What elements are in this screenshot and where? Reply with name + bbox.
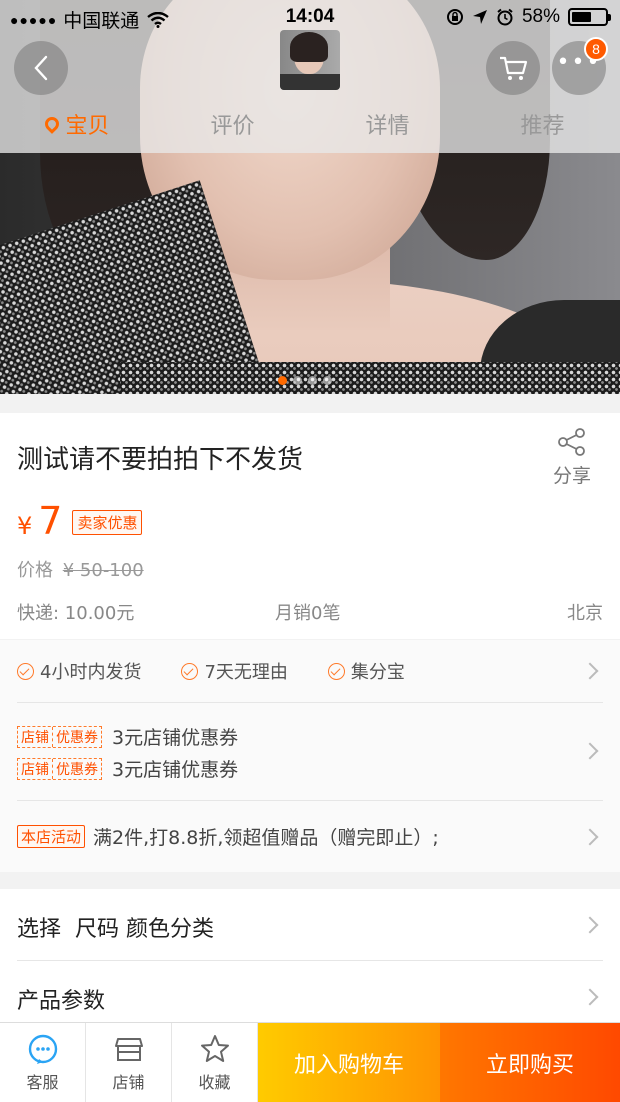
product-params-label: 产品参数 xyxy=(17,989,106,1014)
coupon-text: 3元店铺优惠券 xyxy=(112,727,239,749)
service-label: 4小时内发货 xyxy=(40,662,142,683)
share-button[interactable]: 分享 xyxy=(550,427,594,488)
tab-item-label: 宝贝 xyxy=(65,114,110,139)
carousel-indicator xyxy=(278,376,332,385)
check-circle-icon xyxy=(181,662,199,680)
favorite-label: 收藏 xyxy=(198,1073,231,1092)
coupon-text: 3元店铺优惠券 xyxy=(112,759,239,781)
add-to-cart-button[interactable]: 加入购物车 xyxy=(258,1023,440,1102)
service-label: 7天无理由 xyxy=(204,662,288,683)
check-circle-icon xyxy=(327,662,345,680)
service-item: 7天无理由 xyxy=(181,658,288,684)
services-section: 4小时内发货 7天无理由 集分宝 店铺 优惠券 3元店铺优惠券 店铺 优惠券 3… xyxy=(0,640,620,872)
coupon-tag-shop: 店铺 xyxy=(21,761,49,778)
tab-reviews[interactable]: 评价 xyxy=(155,108,310,142)
battery-level xyxy=(572,12,591,22)
section-tabs: 宝贝 评价 详情 推荐 xyxy=(0,108,620,142)
coupons-row[interactable]: 店铺 优惠券 3元店铺优惠券 店铺 优惠券 3元店铺优惠券 xyxy=(0,703,620,800)
customer-service-label: 客服 xyxy=(26,1073,59,1092)
coupon-tag: 店铺 优惠券 xyxy=(17,725,102,748)
customer-service-icon xyxy=(28,1034,57,1064)
coupon-tag: 店铺 优惠券 xyxy=(17,757,102,780)
coupon-item: 店铺 优惠券 3元店铺优惠券 xyxy=(17,723,238,750)
shop-activity-row[interactable]: 本店活动 满2件,打8.8折,领超值赠品（赠完即止）; xyxy=(0,801,620,872)
thumb-body xyxy=(280,74,340,90)
carousel-dot xyxy=(323,376,332,385)
back-button[interactable] xyxy=(14,41,68,95)
select-size-color-row[interactable]: 选择 尺码 颜色分类 xyxy=(17,911,620,951)
original-price: 价格 ¥ 50-100 xyxy=(17,556,144,582)
rotation-lock-icon xyxy=(446,9,463,25)
star-icon xyxy=(200,1035,229,1062)
service-guarantees-row[interactable]: 4小时内发货 7天无理由 集分宝 xyxy=(0,640,620,702)
original-price-value: ¥ 50-100 xyxy=(62,560,144,581)
seller-avatar-thumbnail[interactable] xyxy=(280,30,340,90)
product-title: 测试请不要拍拍下不发货 xyxy=(17,445,304,475)
chevron-left-icon xyxy=(34,55,48,81)
service-label: 集分宝 xyxy=(350,662,405,683)
alarm-icon xyxy=(497,8,513,26)
coupon-tag-coupon: 优惠券 xyxy=(52,726,101,747)
price-currency: ¥ xyxy=(17,512,33,540)
activity-item: 本店活动 满2件,打8.8折,领超值赠品（赠完即止）; xyxy=(17,823,439,850)
original-price-label: 价格 xyxy=(17,560,53,581)
divider xyxy=(17,960,603,961)
customer-service-button[interactable]: 客服 xyxy=(0,1023,86,1102)
check-circle-icon xyxy=(17,662,34,680)
cart-button[interactable] xyxy=(486,41,540,95)
options-section: 选择 尺码 颜色分类 产品参数 xyxy=(0,889,620,1023)
product-info-section: 测试请不要拍拍下不发货 分享 ¥ 7 卖家优惠 价格 ¥ 50-100 快递: … xyxy=(0,413,620,639)
status-bar: ●●●●● 中国联通 14:04 58% xyxy=(0,0,620,34)
battery-percent: 58% xyxy=(521,6,560,27)
tab-recommend[interactable]: 推荐 xyxy=(465,108,620,142)
chevron-right-icon xyxy=(581,662,599,680)
location-pin-icon xyxy=(42,114,63,134)
favorite-button[interactable]: 收藏 xyxy=(172,1023,258,1102)
buy-now-button[interactable]: 立即购买 xyxy=(440,1023,620,1102)
product-params-row[interactable]: 产品参数 xyxy=(17,983,620,1023)
bottom-action-bar: 客服 店铺 收藏 加入购物车 立即购买 xyxy=(0,1022,620,1102)
price-row: ¥ 7 卖家优惠 xyxy=(17,499,143,543)
location-arrow-icon xyxy=(472,10,487,24)
shop-activity-tag: 本店活动 xyxy=(17,825,86,848)
service-item: 4小时内发货 xyxy=(17,658,141,684)
battery-icon xyxy=(568,8,611,26)
share-icon xyxy=(558,428,585,456)
carousel-dot-active xyxy=(278,376,287,385)
chevron-right-icon xyxy=(581,742,599,760)
select-size-color-label: 选择 尺码 颜色分类 xyxy=(17,917,214,942)
price-value: 7 xyxy=(38,499,63,543)
seller-discount-tag: 卖家优惠 xyxy=(72,510,143,535)
thumb-hair xyxy=(290,32,328,62)
coupon-tag-shop: 店铺 xyxy=(21,729,49,746)
chevron-right-icon xyxy=(581,988,599,1006)
shopping-cart-icon xyxy=(500,56,528,80)
shop-label: 店铺 xyxy=(112,1073,145,1092)
more-menu-button[interactable]: ••• 8 xyxy=(552,37,608,95)
monthly-sales: 月销0笔 xyxy=(275,603,341,624)
shipping-fee: 快递: 10.00元 xyxy=(17,603,135,624)
shop-button[interactable]: 店铺 xyxy=(86,1023,172,1102)
service-item: 集分宝 xyxy=(327,658,405,684)
hero-tweed-trim xyxy=(120,362,620,394)
shop-icon xyxy=(114,1038,143,1061)
activity-text: 满2件,打8.8折,领超值赠品（赠完即止）; xyxy=(93,827,439,849)
carousel-dot xyxy=(308,376,317,385)
tab-item[interactable]: 宝贝 xyxy=(0,108,155,142)
chevron-right-icon xyxy=(581,916,599,934)
coupon-item: 店铺 优惠券 3元店铺优惠券 xyxy=(17,755,238,782)
coupon-tag-coupon: 优惠券 xyxy=(52,758,101,779)
ship-from-location: 北京 xyxy=(567,603,603,624)
notification-badge: 8 xyxy=(584,37,608,61)
chevron-right-icon xyxy=(581,828,599,846)
carousel-dot xyxy=(293,376,302,385)
tab-details[interactable]: 详情 xyxy=(310,108,465,142)
share-label: 分享 xyxy=(552,465,591,487)
